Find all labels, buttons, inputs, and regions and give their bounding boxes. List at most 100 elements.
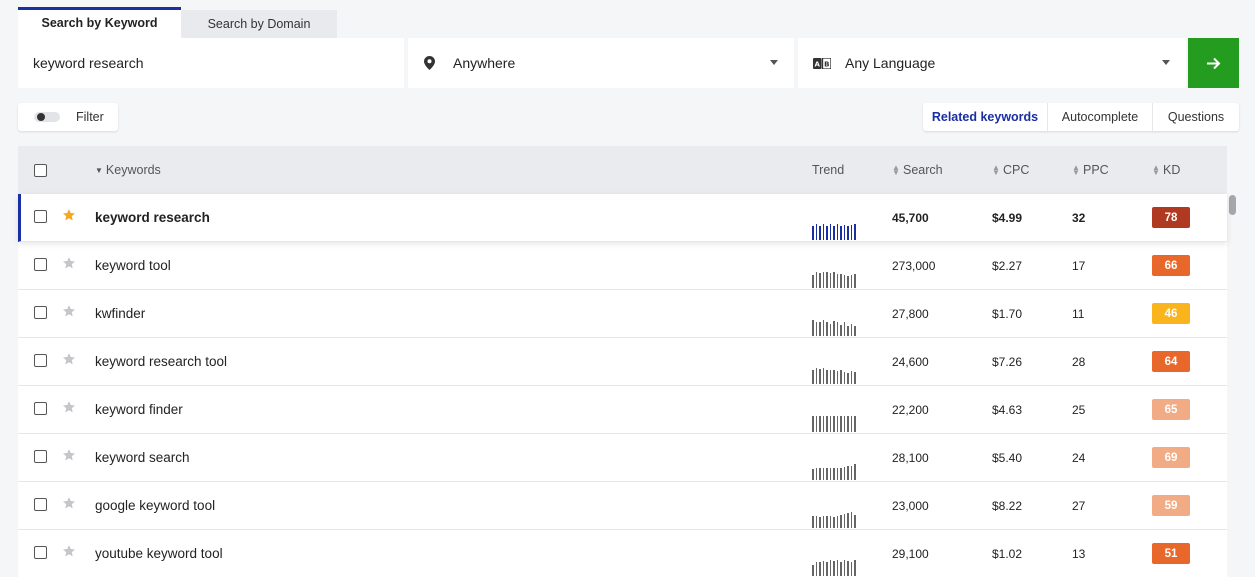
sort-icon: ▲ ▼ xyxy=(892,163,900,177)
search-volume-cell: 273,000 xyxy=(892,259,936,273)
language-select[interactable]: AB Any Language xyxy=(798,38,1186,88)
trend-bar xyxy=(833,416,835,432)
column-header-ppc[interactable]: ▲ ▼ PPC xyxy=(1072,163,1109,177)
table-row[interactable]: keyword research 45,700 $4.99 32 78 xyxy=(18,194,1227,242)
row-checkbox[interactable] xyxy=(34,258,47,271)
filter-toggle[interactable]: Filter xyxy=(18,103,118,131)
star-icon[interactable] xyxy=(62,208,76,222)
star-icon[interactable] xyxy=(62,448,76,462)
trend-bar xyxy=(840,274,842,288)
trend-bar xyxy=(843,514,845,528)
keyword-cell[interactable]: youtube keyword tool xyxy=(95,546,223,561)
trend-bar xyxy=(833,517,835,528)
trend-bar xyxy=(850,562,852,576)
keyword-cell[interactable]: kwfinder xyxy=(95,306,145,321)
column-header-keywords[interactable]: ▼ Keywords xyxy=(95,163,161,177)
tab-questions[interactable]: Questions xyxy=(1153,103,1239,131)
trend-bar xyxy=(815,416,817,432)
table-row[interactable]: youtube keyword tool 29,100 $1.02 13 51 xyxy=(18,530,1227,577)
row-checkbox[interactable] xyxy=(34,498,47,511)
trend-bar xyxy=(847,276,849,288)
column-header-search[interactable]: ▲ ▼ Search xyxy=(892,163,943,177)
star-icon[interactable] xyxy=(62,256,76,270)
row-checkbox[interactable] xyxy=(34,210,47,223)
search-volume-cell: 28,100 xyxy=(892,451,929,465)
kd-badge: 59 xyxy=(1152,495,1190,516)
table-row[interactable]: keyword finder 22,200 $4.63 25 65 xyxy=(18,386,1227,434)
trend-bar xyxy=(829,416,831,432)
cpc-cell: $4.99 xyxy=(992,211,1023,225)
trend-bar xyxy=(819,416,821,432)
trend-bar xyxy=(854,515,856,528)
trend-bar xyxy=(840,468,842,480)
select-all-checkbox[interactable] xyxy=(34,164,47,177)
trend-bar xyxy=(826,562,828,576)
table-row[interactable]: keyword search 28,100 $5.40 24 69 xyxy=(18,434,1227,482)
tab-related-keywords[interactable]: Related keywords xyxy=(923,103,1048,131)
row-checkbox[interactable] xyxy=(34,354,47,367)
keyword-cell[interactable]: keyword search xyxy=(95,450,190,465)
scrollbar-thumb[interactable] xyxy=(1229,195,1236,215)
column-header-kd[interactable]: ▲ ▼ KD xyxy=(1152,163,1180,177)
trend-bar xyxy=(826,322,828,336)
search-bar: Anywhere AB Any Language xyxy=(18,38,1239,88)
trend-bar xyxy=(819,369,821,384)
trend-bar xyxy=(840,562,842,576)
row-checkbox[interactable] xyxy=(34,450,47,463)
ppc-cell: 13 xyxy=(1072,547,1086,561)
arrow-right-icon xyxy=(1206,57,1220,69)
trend-bar xyxy=(847,561,849,576)
star-icon[interactable] xyxy=(62,304,76,318)
trend-bar xyxy=(850,466,852,480)
trend-bar xyxy=(822,368,824,384)
trend-bar xyxy=(840,370,842,384)
trend-bar xyxy=(815,322,817,336)
table-row[interactable]: google keyword tool 23,000 $8.22 27 59 xyxy=(18,482,1227,530)
trend-bar xyxy=(850,512,852,528)
star-icon[interactable] xyxy=(62,496,76,510)
search-type-tabs: Search by Keyword Search by Domain xyxy=(18,7,337,38)
trend-bar xyxy=(847,416,849,432)
star-icon[interactable] xyxy=(62,544,76,558)
keyword-cell[interactable]: keyword finder xyxy=(95,402,183,417)
trend-sparkline xyxy=(812,320,856,336)
location-select[interactable]: Anywhere xyxy=(408,38,794,88)
cpc-cell: $2.27 xyxy=(992,259,1023,273)
trend-bar xyxy=(819,468,821,480)
trend-bar xyxy=(829,468,831,480)
trend-bar xyxy=(854,224,856,240)
star-icon[interactable] xyxy=(62,400,76,414)
tab-autocomplete[interactable]: Autocomplete xyxy=(1048,103,1153,131)
trend-bar xyxy=(826,516,828,528)
keyword-cell[interactable]: keyword research tool xyxy=(95,354,227,369)
star-icon[interactable] xyxy=(62,352,76,366)
row-checkbox[interactable] xyxy=(34,402,47,415)
table-row[interactable]: keyword tool 273,000 $2.27 17 66 xyxy=(18,242,1227,290)
ppc-cell: 28 xyxy=(1072,355,1086,369)
toggle-switch[interactable] xyxy=(34,112,60,122)
trend-bar xyxy=(815,272,817,288)
table-row[interactable]: keyword research tool 24,600 $7.26 28 64 xyxy=(18,338,1227,386)
row-checkbox[interactable] xyxy=(34,306,47,319)
keyword-cell[interactable]: keyword research xyxy=(95,210,210,225)
keyword-input[interactable] xyxy=(18,38,404,88)
sort-desc-icon: ▼ xyxy=(95,165,103,175)
scrollbar[interactable] xyxy=(1228,194,1237,577)
trend-bar xyxy=(847,513,849,528)
trend-bar xyxy=(843,275,845,288)
keyword-cell[interactable]: keyword tool xyxy=(95,258,171,273)
trend-bar xyxy=(819,273,821,288)
table-header: ▼ Keywords Trend ▲ ▼ Search ▲ ▼ CPC ▲ ▼ PPC ▲ ▼… xyxy=(18,146,1227,194)
tab-search-by-domain[interactable]: Search by Domain xyxy=(181,10,337,38)
cpc-cell: $5.40 xyxy=(992,451,1023,465)
trend-bar xyxy=(819,226,821,240)
tab-search-by-keyword[interactable]: Search by Keyword xyxy=(18,7,181,38)
table-row[interactable]: kwfinder 27,800 $1.70 11 46 xyxy=(18,290,1227,338)
column-header-cpc[interactable]: ▲ ▼ CPC xyxy=(992,163,1029,177)
trend-bar xyxy=(822,224,824,240)
search-submit-button[interactable] xyxy=(1188,38,1239,88)
trend-bar xyxy=(812,565,814,576)
row-checkbox[interactable] xyxy=(34,546,47,559)
keyword-cell[interactable]: google keyword tool xyxy=(95,498,215,513)
trend-bar xyxy=(847,226,849,240)
